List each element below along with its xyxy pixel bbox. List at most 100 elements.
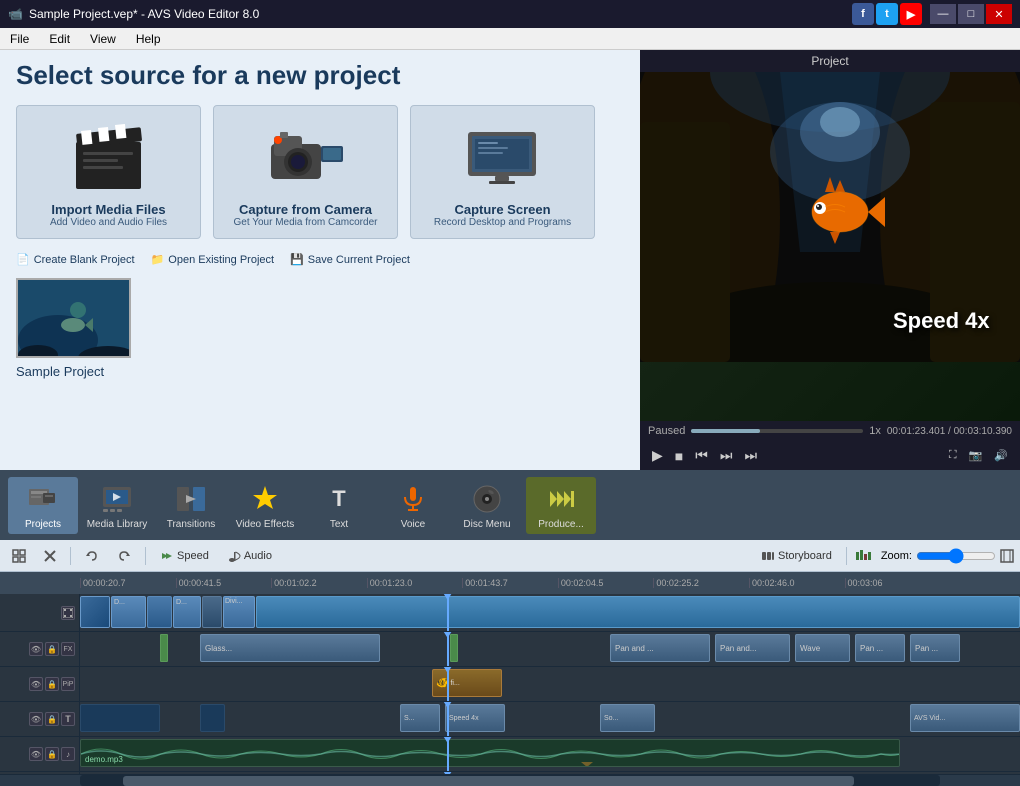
video-clip[interactable] [80, 596, 110, 628]
menu-edit[interactable]: Edit [45, 30, 74, 48]
toolbar-disc[interactable]: Disc Menu [452, 477, 522, 534]
media-icon [99, 481, 135, 517]
wave-clip[interactable]: Wave [795, 634, 850, 662]
text-marker-2[interactable] [200, 704, 225, 732]
tc-fx[interactable]: FX [61, 642, 75, 656]
play-button[interactable]: ▶ [648, 445, 667, 466]
video-clip[interactable] [256, 596, 1020, 628]
marker-clip-2[interactable] [450, 634, 458, 662]
audio-tool[interactable]: Audio [221, 547, 278, 565]
end-button[interactable]: ⏭ [740, 445, 761, 466]
audio-main-clip[interactable]: demo.mp3 [80, 739, 900, 767]
undo-icon [85, 549, 99, 563]
maximize-button[interactable]: □ [958, 4, 984, 24]
facebook-icon[interactable]: f [852, 3, 874, 25]
pan-clip-4[interactable]: Pan ... [910, 634, 960, 662]
toolbar-projects[interactable]: Projects [8, 477, 78, 534]
zoom-slider[interactable] [916, 548, 996, 564]
glass-clip[interactable]: Glass... [200, 634, 380, 662]
open-project-link[interactable]: 📁 Open Existing Project [151, 253, 274, 266]
tc-eye-text[interactable]: 👁 [29, 712, 43, 726]
redo-button[interactable] [111, 547, 137, 565]
project-thumbnail[interactable] [16, 278, 131, 358]
main-toolbar: Projects Media Library Transitions [0, 470, 1020, 540]
tc-eye-audio[interactable]: 👁 [29, 747, 43, 761]
toolbar-media[interactable]: Media Library [82, 477, 152, 534]
playhead-audio-2 [447, 772, 449, 774]
playhead-pip [447, 667, 449, 701]
separator-3 [846, 547, 847, 565]
menubar: File Edit View Help [0, 28, 1020, 50]
app-title: Sample Project.vep* - AVS Video Editor 8… [29, 7, 259, 21]
create-blank-link[interactable]: 📄 Create Blank Project [16, 253, 135, 266]
toolbar-text[interactable]: T Text [304, 477, 374, 534]
fullscreen-button[interactable]: ⛶ [945, 447, 961, 464]
toolbar-effects[interactable]: Video Effects [230, 477, 300, 534]
tc-eye-pip[interactable]: 👁 [29, 677, 43, 691]
pan-clip-2[interactable]: Pan and... [715, 634, 790, 662]
tc-lock-text[interactable]: 🔒 [45, 712, 59, 726]
video-clip[interactable]: D... [111, 596, 146, 628]
minimize-button[interactable]: — [930, 4, 956, 24]
progress-track[interactable] [691, 429, 863, 433]
tc-lock[interactable]: 🔒 [45, 642, 59, 656]
menu-help[interactable]: Help [132, 30, 165, 48]
video-clip[interactable]: Divi... [223, 596, 255, 628]
titlebar-left: 📹 Sample Project.vep* - AVS Video Editor… [8, 7, 259, 21]
toolbar-transitions[interactable]: Transitions [156, 477, 226, 534]
screen-icon [421, 116, 584, 196]
ruler-mark-2: 00:01:02.2 [271, 578, 367, 588]
tc-music[interactable]: ♪ [61, 747, 75, 761]
projects-icon [25, 481, 61, 517]
video-clips: D... D... Divi... [80, 596, 1020, 628]
tc-film[interactable] [61, 606, 75, 620]
toolbar-produce[interactable]: Produce... [526, 477, 596, 534]
toolbar-voice[interactable]: Voice [378, 477, 448, 534]
source-card-screen[interactable]: Capture Screen Record Desktop and Progra… [410, 105, 595, 239]
ruler-mark-0: 00:00:20.7 [80, 578, 176, 588]
menu-file[interactable]: File [6, 30, 33, 48]
tc-T[interactable]: T [61, 712, 75, 726]
camera-subtitle: Get Your Media from Camcorder [224, 217, 387, 228]
video-clip[interactable]: D... [173, 596, 201, 628]
video-clip[interactable] [147, 596, 172, 628]
so-clip[interactable]: So... [600, 704, 655, 732]
avsvid-clip[interactable]: AVS Vid... [910, 704, 1020, 732]
storyboard-button[interactable]: Storyboard [755, 547, 838, 565]
preview-progress-bar: Paused 1x 00:01:23.401 / 00:03:10.390 [640, 421, 1020, 441]
speed-tool[interactable]: Speed [154, 547, 215, 565]
save-project-link[interactable]: 💾 Save Current Project [290, 253, 410, 266]
stop-button[interactable]: ■ [671, 446, 687, 466]
pan-clip[interactable]: Pan and ... [610, 634, 710, 662]
close-tool[interactable] [38, 548, 62, 564]
speed4x-clip[interactable]: Speed 4x [445, 704, 505, 732]
twitter-icon[interactable]: t [876, 3, 898, 25]
tc-lock-audio[interactable]: 🔒 [45, 747, 59, 761]
youtube-icon[interactable]: ▶ [900, 3, 922, 25]
tc-eye[interactable]: 👁 [29, 642, 43, 656]
playhead[interactable] [447, 594, 449, 631]
tc-lock-pip[interactable]: 🔒 [45, 677, 59, 691]
close-button[interactable]: ✕ [986, 4, 1012, 24]
source-card-camera[interactable]: Capture from Camera Get Your Media from … [213, 105, 398, 239]
marker-clip[interactable] [160, 634, 168, 662]
pip-clip[interactable]: 🐠 fi... [432, 669, 502, 697]
volume-button[interactable]: 🔊 [990, 447, 1012, 464]
text-marker[interactable] [80, 704, 160, 732]
pan-clip-3[interactable]: Pan ... [855, 634, 905, 662]
source-card-import[interactable]: Import Media Files Add Video and Audio F… [16, 105, 201, 239]
grid-tool[interactable] [6, 547, 32, 565]
ruler-mark-7: 00:02:46.0 [749, 578, 845, 588]
preview-panel: Project [640, 50, 1020, 470]
snapshot-button[interactable]: 📷 [965, 447, 987, 464]
menu-view[interactable]: View [86, 30, 120, 48]
video-clip[interactable] [202, 596, 222, 628]
scrollbar-thumb[interactable] [123, 776, 854, 786]
zoom-fit-icon[interactable] [1000, 549, 1014, 563]
undo-button[interactable] [79, 547, 105, 565]
next-frame-button[interactable]: ⏭ [716, 445, 737, 466]
s-clip[interactable]: S... [400, 704, 440, 732]
source-cards: Import Media Files Add Video and Audio F… [16, 105, 624, 239]
prev-frame-button[interactable]: ⏮ [691, 445, 712, 466]
tc-pip[interactable]: PiP [61, 677, 75, 691]
